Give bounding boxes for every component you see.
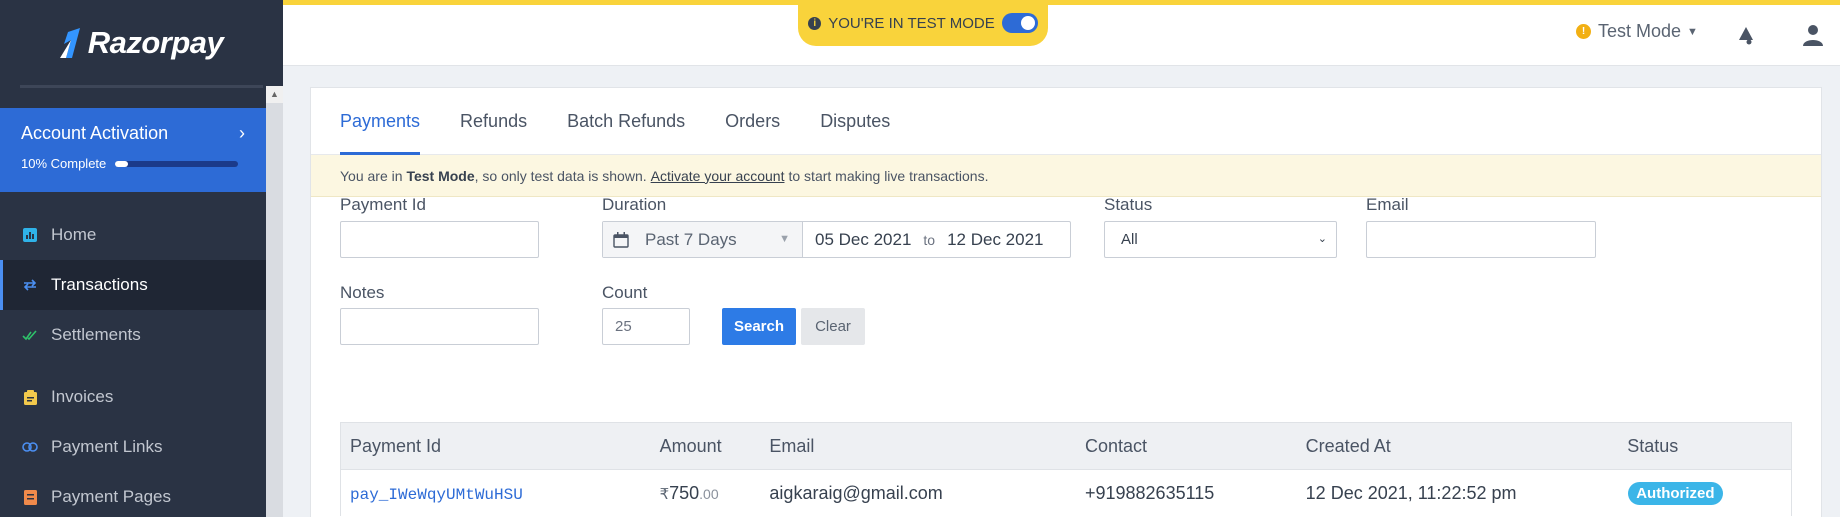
duration-preset-select[interactable]: Past 7 Days ▼ bbox=[603, 222, 803, 257]
duration-label: Duration bbox=[602, 195, 667, 214]
column-header-created-at: Created At bbox=[1305, 435, 1391, 456]
tab-orders[interactable]: Orders bbox=[725, 88, 780, 154]
column-header-contact: Contact bbox=[1084, 435, 1148, 456]
caret-down-icon: ▼ bbox=[779, 233, 790, 245]
notes-input[interactable] bbox=[340, 308, 539, 345]
mode-dropdown[interactable]: ! Test Mode ▼ bbox=[1576, 21, 1698, 42]
created-at-cell: 12 Dec 2021, 11:22:52 pm bbox=[1305, 482, 1517, 503]
payments-card: Payments Refunds Batch Refunds Orders Di… bbox=[310, 87, 1822, 517]
calendar-icon bbox=[613, 231, 629, 248]
test-mode-notice: You are in Test Mode, so only test data … bbox=[311, 155, 1821, 197]
sidebar-item-label: Settlements bbox=[51, 325, 141, 344]
sidebar-nav: Home Transactions Settlements Invoices P… bbox=[0, 210, 266, 517]
tab-payments[interactable]: Payments bbox=[340, 88, 421, 155]
email-cell: aigkaraig@gmail.com bbox=[769, 482, 943, 503]
table-header-row: Payment Id Amount Email Contact Created … bbox=[340, 422, 1792, 470]
sidebar-item-settlements[interactable]: Settlements bbox=[0, 310, 266, 360]
tab-disputes[interactable]: Disputes bbox=[820, 88, 890, 154]
account-activation-title: Account Activation bbox=[21, 123, 169, 143]
duration-from-date[interactable]: 05 Dec 2021 bbox=[803, 230, 923, 250]
user-avatar-icon[interactable] bbox=[1801, 23, 1825, 52]
info-icon: i bbox=[808, 16, 822, 30]
chevron-down-icon: ⌄ bbox=[1317, 233, 1327, 245]
search-button[interactable]: Search bbox=[722, 308, 796, 345]
mode-dropdown-label: Test Mode bbox=[1598, 21, 1682, 41]
email-label: Email bbox=[1366, 195, 1409, 214]
column-header-payment-id: Payment Id bbox=[350, 435, 442, 456]
sidebar-item-label: Payment Pages bbox=[51, 487, 172, 506]
payments-table: Payment Id Amount Email Contact Created … bbox=[340, 422, 1792, 516]
sidebar-item-label: Transactions bbox=[51, 275, 148, 294]
page-icon bbox=[22, 489, 38, 505]
contact-cell: +919882635115 bbox=[1084, 482, 1215, 503]
column-header-amount: Amount bbox=[659, 435, 722, 456]
scroll-up-arrow-icon[interactable]: ▲ bbox=[266, 86, 283, 103]
sidebar-item-label: Payment Links bbox=[51, 437, 163, 456]
amount-whole: 750 bbox=[669, 482, 700, 503]
bell-icon[interactable] bbox=[1735, 24, 1757, 51]
sidebar-item-payment-pages[interactable]: Payment Pages bbox=[0, 472, 266, 517]
link-icon bbox=[22, 439, 38, 455]
email-input[interactable] bbox=[1366, 221, 1596, 258]
notes-label: Notes bbox=[340, 283, 385, 302]
sidebar-scrollbar[interactable]: ▲ bbox=[266, 86, 283, 517]
account-activation-card[interactable]: Account Activation › 10% Complete bbox=[0, 108, 266, 192]
warning-icon: ! bbox=[1576, 24, 1591, 39]
column-header-email: Email bbox=[769, 435, 815, 456]
activate-account-link[interactable]: Activate your account bbox=[651, 168, 785, 184]
status-select[interactable]: All ⌄ bbox=[1104, 221, 1337, 258]
sidebar-item-label: Home bbox=[51, 225, 97, 244]
rupee-icon: ₹ bbox=[659, 485, 670, 503]
brand-name: Razorpay bbox=[87, 25, 224, 60]
caret-down-icon: ▼ bbox=[1687, 25, 1698, 38]
sidebar-item-label: Invoices bbox=[51, 387, 114, 406]
payment-id-label: Payment Id bbox=[340, 195, 426, 214]
brand-logo[interactable]: Razorpay bbox=[0, 0, 283, 86]
bar-chart-icon bbox=[22, 227, 38, 243]
count-input[interactable] bbox=[602, 308, 690, 345]
tab-bar: Payments Refunds Batch Refunds Orders Di… bbox=[311, 88, 1821, 155]
amount-decimal: .00 bbox=[699, 485, 719, 502]
sidebar-item-transactions[interactable]: Transactions bbox=[0, 260, 266, 310]
sidebar-item-invoices[interactable]: Invoices bbox=[0, 372, 266, 422]
activation-progress-bar bbox=[115, 160, 239, 167]
razorpay-logo-icon bbox=[59, 28, 80, 58]
clear-button[interactable]: Clear bbox=[801, 308, 865, 345]
duration-preset-value: Past 7 Days bbox=[645, 229, 737, 249]
status-select-value: All bbox=[1121, 231, 1138, 248]
tab-batch-refunds[interactable]: Batch Refunds bbox=[567, 88, 685, 154]
duration-to-date[interactable]: 12 Dec 2021 bbox=[935, 230, 1055, 250]
test-mode-toggle[interactable] bbox=[1001, 13, 1038, 33]
test-mode-banner: i YOU'RE IN TEST MODE bbox=[798, 0, 1048, 46]
activation-progress-text: 10% Complete bbox=[21, 156, 107, 171]
chevron-right-icon: › bbox=[239, 123, 245, 143]
notice-prefix: You are in bbox=[340, 167, 403, 184]
amount-cell: ₹750.00 bbox=[657, 483, 770, 504]
status-label: Status bbox=[1104, 195, 1153, 214]
divider bbox=[20, 85, 263, 88]
clipboard-icon bbox=[22, 389, 38, 405]
tab-refunds[interactable]: Refunds bbox=[460, 88, 527, 154]
notice-mode: Test Mode bbox=[406, 167, 475, 184]
duration-picker: Past 7 Days ▼ 05 Dec 2021 to 12 Dec 2021 bbox=[602, 221, 1071, 258]
notice-middle: , so only test data is shown. bbox=[474, 167, 647, 184]
duration-to-label: to bbox=[923, 231, 936, 248]
sidebar-item-home[interactable]: Home bbox=[0, 210, 266, 260]
activation-progress-fill bbox=[115, 160, 128, 167]
column-header-status: Status bbox=[1627, 435, 1679, 456]
swap-arrows-icon bbox=[22, 277, 38, 293]
sidebar-item-payment-links[interactable]: Payment Links bbox=[0, 422, 266, 472]
top-bar: i YOU'RE IN TEST MODE ! Test Mode ▼ bbox=[283, 0, 1840, 66]
table-row[interactable]: pay_IWeWqyUMtWuHSU ₹750.00 aigkaraig@gma… bbox=[340, 470, 1792, 516]
double-check-icon bbox=[22, 327, 38, 343]
status-badge: Authorized bbox=[1628, 481, 1723, 505]
sidebar: Razorpay Account Activation › 10% Comple… bbox=[0, 0, 283, 517]
test-mode-banner-text: YOU'RE IN TEST MODE bbox=[828, 14, 995, 32]
payment-id-input[interactable] bbox=[340, 221, 539, 258]
payment-id-link[interactable]: pay_IWeWqyUMtWuHSU bbox=[350, 486, 523, 504]
count-label: Count bbox=[602, 283, 648, 302]
notice-suffix: to start making live transactions. bbox=[788, 167, 989, 184]
